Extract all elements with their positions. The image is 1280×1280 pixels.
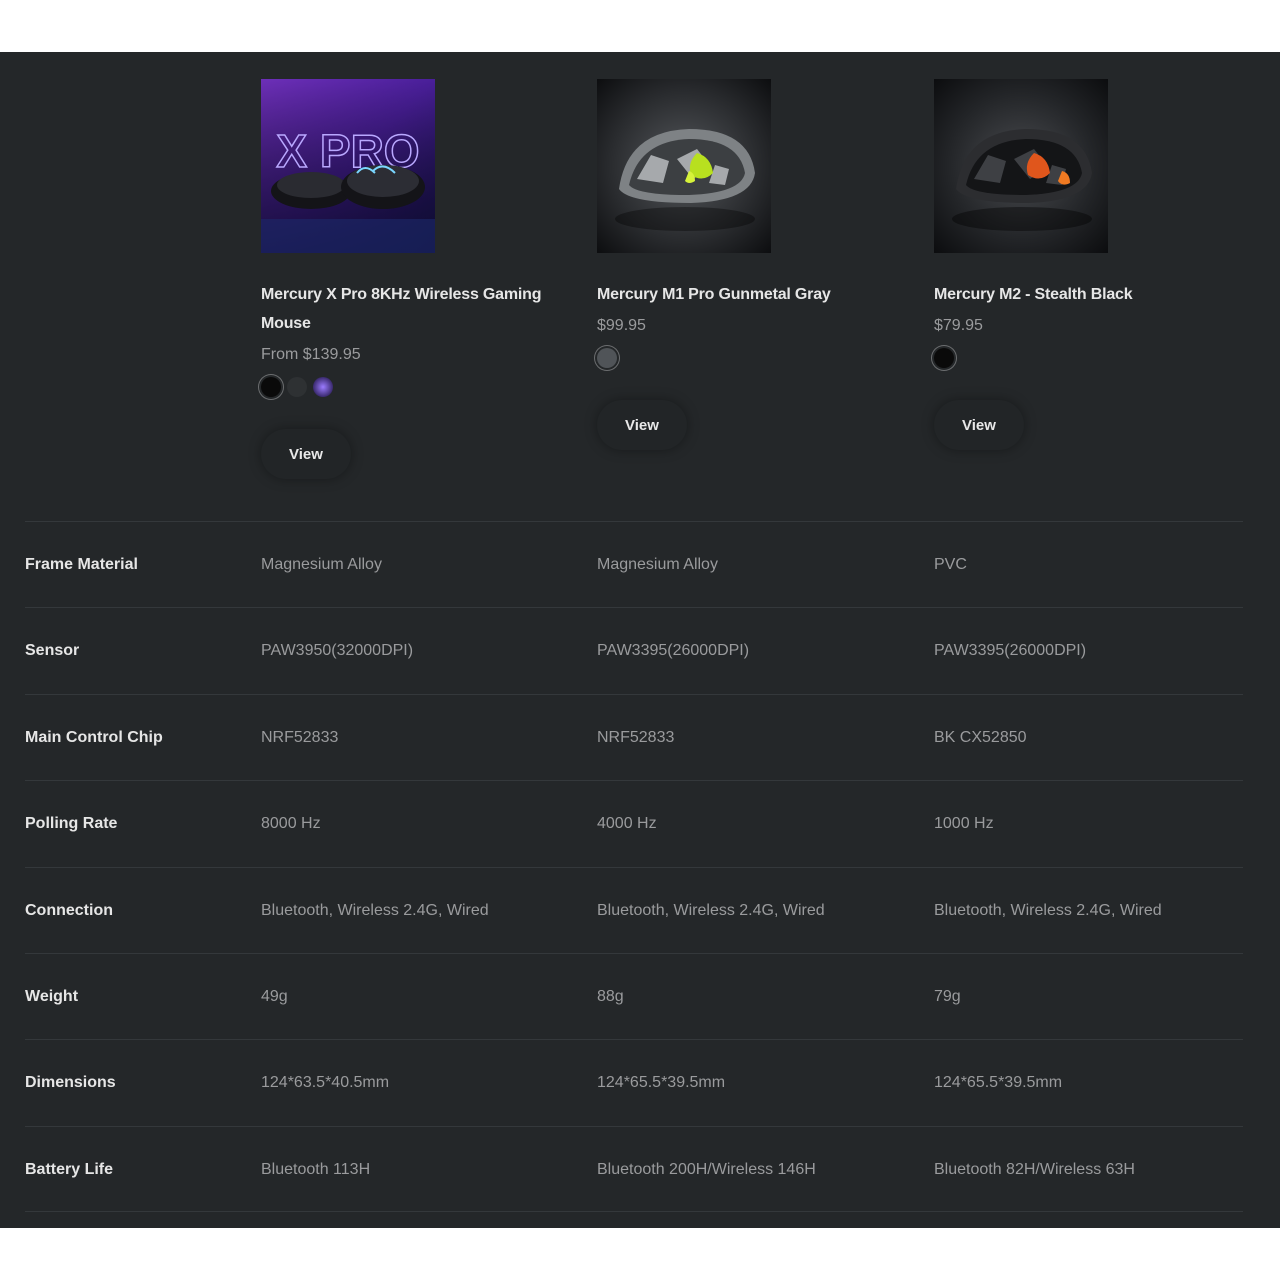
spec-value: Bluetooth 113H: [261, 1160, 371, 1178]
view-button[interactable]: View: [934, 400, 1024, 450]
spec-value: Bluetooth, Wireless 2.4G, Wired: [597, 901, 825, 919]
spec-label: Dimensions: [25, 1074, 116, 1092]
spec-value: 8000 Hz: [261, 815, 321, 833]
product-image-m1-pro[interactable]: [597, 79, 771, 253]
color-swatches: [261, 375, 581, 399]
swatch-black[interactable]: [934, 348, 954, 368]
color-swatches: [597, 346, 917, 370]
spec-value: 88g: [597, 987, 624, 1005]
spec-row-dimensions: Dimensions 124*63.5*40.5mm 124*65.5*39.5…: [25, 1039, 1243, 1125]
spec-row-weight: Weight 49g 88g 79g: [25, 952, 1243, 1039]
spec-value: PAW3395(26000DPI): [934, 642, 1087, 660]
spec-value: BK CX52850: [934, 728, 1027, 746]
swatch-purple[interactable]: [313, 377, 333, 397]
spec-label: Frame Material: [25, 556, 138, 573]
comparison-panel: X PRO Mercury X Pro 8KHz Wireless Gaming…: [0, 52, 1280, 1228]
spec-value: Bluetooth 200H/Wireless 146H: [597, 1160, 816, 1178]
spec-value: 124*63.5*40.5mm: [261, 1074, 390, 1092]
product-price: $99.95: [597, 317, 646, 334]
spec-label: Sensor: [25, 642, 80, 660]
spec-value: PAW3950(32000DPI): [261, 642, 414, 660]
spec-value: Bluetooth, Wireless 2.4G, Wired: [261, 901, 489, 919]
product-price: From $139.95: [261, 346, 361, 363]
spec-value: Magnesium Alloy: [261, 556, 382, 573]
product-name[interactable]: Mercury M2 - Stealth Black: [934, 280, 1254, 309]
product-card-m1-pro: Mercury M1 Pro Gunmetal Gray $99.95 View: [597, 79, 917, 450]
spec-label: Weight: [25, 987, 79, 1005]
product-image-x-pro[interactable]: X PRO: [261, 79, 435, 253]
spec-value: 4000 Hz: [597, 815, 657, 833]
product-card-m2: Mercury M2 - Stealth Black $79.95 View: [934, 79, 1254, 450]
spec-label: Battery Life: [25, 1160, 114, 1178]
product-card-x-pro: X PRO Mercury X Pro 8KHz Wireless Gaming…: [261, 79, 581, 479]
spec-value: 1000 Hz: [934, 815, 994, 833]
spec-value: NRF52833: [261, 728, 339, 746]
spec-row-frame-material: Frame Material Magnesium Alloy Magnesium…: [25, 521, 1243, 607]
product-name[interactable]: Mercury X Pro 8KHz Wireless Gaming Mouse: [261, 280, 581, 338]
spec-value: Bluetooth, Wireless 2.4G, Wired: [934, 901, 1162, 919]
spec-label: Main Control Chip: [25, 728, 163, 746]
product-image-m2[interactable]: [934, 79, 1108, 253]
color-swatches: [934, 346, 1254, 370]
spec-row-sensor: Sensor PAW3950(32000DPI) PAW3395(26000DP…: [25, 607, 1243, 693]
view-button[interactable]: View: [261, 429, 351, 479]
swatch-black[interactable]: [261, 377, 281, 397]
spec-row-main-control-chip: Main Control Chip NRF52833 NRF52833 BK C…: [25, 693, 1243, 780]
spec-label: Connection: [25, 901, 113, 919]
spec-value: Magnesium Alloy: [597, 556, 718, 573]
swatch-gunmetal[interactable]: [597, 348, 617, 368]
spec-row-polling-rate: Polling Rate 8000 Hz 4000 Hz 1000 Hz: [25, 780, 1243, 866]
spec-value: 49g: [261, 987, 288, 1005]
spec-value: NRF52833: [597, 728, 675, 746]
product-price: $79.95: [934, 317, 983, 334]
spec-value: 124*65.5*39.5mm: [934, 1074, 1063, 1092]
spec-table: Frame Material Magnesium Alloy Magnesium…: [25, 521, 1243, 1213]
spec-row-connection: Connection Bluetooth, Wireless 2.4G, Wir…: [25, 866, 1243, 953]
product-name[interactable]: Mercury M1 Pro Gunmetal Gray: [597, 280, 917, 309]
spec-value: PAW3395(26000DPI): [597, 642, 750, 660]
spec-label: Polling Rate: [25, 815, 118, 833]
spec-row-battery-life: Battery Life Bluetooth 113H Bluetooth 20…: [25, 1125, 1243, 1213]
spec-value: 124*65.5*39.5mm: [597, 1074, 726, 1092]
view-button[interactable]: View: [597, 400, 687, 450]
spec-value: Bluetooth 82H/Wireless 63H: [934, 1160, 1135, 1178]
spec-value: 79g: [934, 987, 961, 1005]
swatch-gray[interactable]: [287, 377, 307, 397]
spec-value: PVC: [934, 556, 967, 573]
